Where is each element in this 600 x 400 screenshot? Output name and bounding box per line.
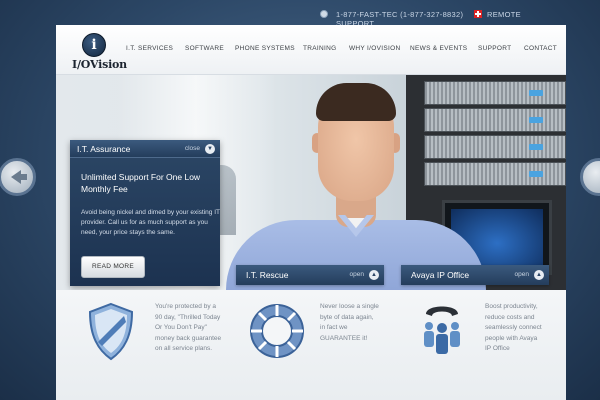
panel-lead: Unlimited Support For One Low Monthly Fe… <box>81 172 201 194</box>
globe-icon <box>320 10 328 18</box>
nav-why-iovision[interactable]: WHY I/OVISION <box>349 45 400 52</box>
remote-link[interactable]: REMOTE <box>487 10 521 19</box>
nav-it-services[interactable]: I.T. SERVICES <box>126 45 173 52</box>
swiss-cross-icon <box>474 10 482 18</box>
tab-title: Avaya IP Office <box>411 270 470 280</box>
feature-desc: Boost productivity, reduce costs and sea… <box>485 303 542 352</box>
nav-contact[interactable]: CONTACT <box>524 45 557 52</box>
phone-number[interactable]: 1-877-FAST-TEC (1-877-327-8832) <box>336 10 463 19</box>
read-more-button[interactable]: READ MORE <box>81 256 145 278</box>
shield-icon <box>88 302 134 361</box>
nav-phone-systems[interactable]: PHONE SYSTEMS <box>235 45 295 52</box>
close-toggle[interactable]: close <box>185 145 200 152</box>
panel-body: Avoid being nickel and dimed by your exi… <box>81 209 220 236</box>
hero-person <box>226 75 486 290</box>
next-slide-button[interactable] <box>580 158 600 196</box>
it-assurance-panel: I.T. Assurance close ▼ Unlimited Support… <box>70 140 220 286</box>
logo-wordmark[interactable]: I/OVision <box>72 58 127 71</box>
nav-support[interactable]: SUPPORT <box>478 45 511 52</box>
open-toggle[interactable]: open <box>515 271 529 278</box>
it-rescue-tab[interactable]: I.T. Rescue open ▲ <box>236 265 384 285</box>
tab-title: I.T. Rescue <box>246 270 289 280</box>
avaya-ip-office-tab[interactable]: Avaya IP Office open ▲ <box>401 265 549 285</box>
team-phone-icon <box>424 306 460 354</box>
chevron-down-icon[interactable]: ▼ <box>205 144 215 154</box>
chevron-up-icon[interactable]: ▲ <box>534 270 544 280</box>
open-toggle[interactable]: open <box>350 271 364 278</box>
it-assurance-header[interactable]: I.T. Assurance close ▼ <box>70 140 220 158</box>
life-ring-icon <box>250 304 304 358</box>
feature-desc: You're protected by a 90 day, "Thrilled … <box>155 303 222 352</box>
feature-desc: Never loose a single byte of data again,… <box>320 303 379 342</box>
prev-slide-button[interactable] <box>0 158 36 196</box>
site-header: i I/OVision I.T. SERVICES SOFTWARE PHONE… <box>56 25 566 75</box>
nav-news-events[interactable]: NEWS & EVENTS <box>410 45 467 52</box>
chevron-up-icon[interactable]: ▲ <box>369 270 379 280</box>
nav-training[interactable]: TRAINING <box>303 45 336 52</box>
utility-bar: 1-877-FAST-TEC (1-877-327-8832) SUPPORT … <box>320 8 600 28</box>
feature-row: You're protected by a 90 day, "Thrilled … <box>56 290 566 400</box>
panel-title: I.T. Assurance <box>77 144 131 154</box>
nav-software[interactable]: SOFTWARE <box>185 45 224 52</box>
logo-icon[interactable]: i <box>82 33 106 57</box>
main-card: i I/OVision I.T. SERVICES SOFTWARE PHONE… <box>56 25 566 400</box>
